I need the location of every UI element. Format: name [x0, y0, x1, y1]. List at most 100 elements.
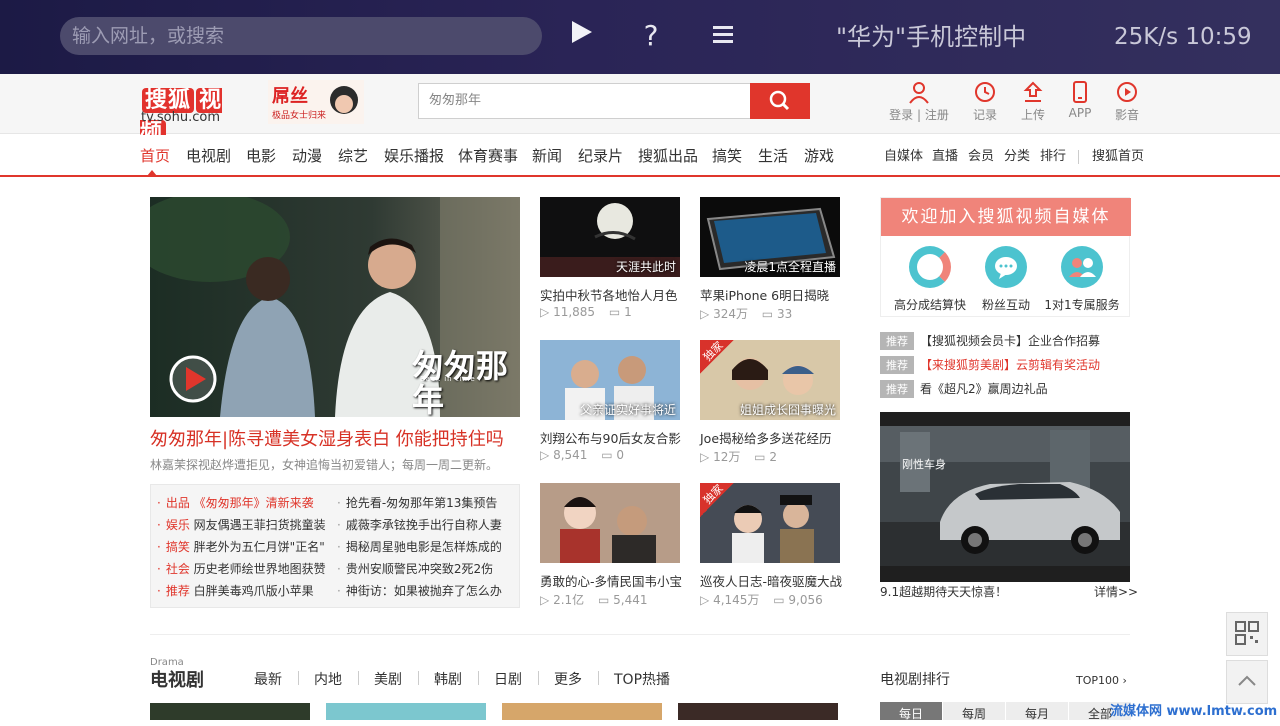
recommend-text: 【来搜狐剪美剧】云剪辑有奖活动 — [920, 358, 1101, 372]
hero-video[interactable]: 匆匆那年 Back in time — [150, 197, 520, 417]
news-item[interactable]: · 揭秘周星驰电影是怎样炼成的 — [337, 539, 502, 555]
user-icon — [909, 82, 929, 104]
video-thumb[interactable]: 凌晨1点全程直播 — [700, 197, 840, 277]
nav-right-rank[interactable]: 排行 — [1040, 148, 1066, 166]
news-item[interactable]: · 神街访：如果被抛弃了怎么办 — [337, 583, 502, 599]
drama-tab-korea[interactable]: 韩剧 — [434, 669, 462, 689]
watermark: 流媒体网 www.lmtw.com — [1110, 704, 1278, 719]
nav-item-home[interactable]: 首页 — [140, 146, 170, 166]
comment-count: 5,441 — [613, 593, 648, 607]
video-title[interactable]: 勇敢的心-多情民国韦小宝 — [540, 571, 690, 590]
news-tag: 推荐 — [165, 584, 190, 598]
video-thumb[interactable]: 父亲证实好事将近 — [540, 340, 680, 420]
news-item[interactable]: · 社会 历史老师绘世界地图获赞 — [157, 561, 326, 577]
news-item[interactable]: · 抢先看-匆匆那年第13集预告 — [337, 495, 497, 511]
nav-item-original[interactable]: 搜狐出品 — [638, 146, 698, 166]
ad-more-link[interactable]: 详情>> — [1094, 583, 1138, 600]
nav-right-media[interactable]: 自媒体 — [884, 148, 923, 166]
drama-thumb[interactable] — [150, 703, 310, 720]
pie-icon — [909, 246, 951, 288]
app-label: APP — [1068, 106, 1092, 120]
url-input[interactable]: 输入网址，或搜索 — [60, 17, 542, 55]
nav-right-category[interactable]: 分类 — [1004, 148, 1030, 166]
login-register[interactable]: 登录 | 注册 — [886, 80, 952, 123]
tab-separator — [418, 671, 419, 685]
drama-tab-more[interactable]: 更多 — [554, 669, 582, 689]
news-item[interactable]: · 戚薇李承铉挽手出行自称人妻 — [337, 517, 502, 533]
news-item[interactable]: · 出品 《匆匆那年》清新来袭 — [157, 495, 314, 511]
rank-tab-daily[interactable]: 每日 — [880, 702, 943, 721]
play-icon[interactable] — [562, 18, 602, 54]
nav-item-movie[interactable]: 电影 — [246, 146, 276, 166]
nav-item-sports[interactable]: 体育赛事 — [458, 146, 518, 166]
recommend-item[interactable]: 推荐 【搜狐视频会员卡】企业合作招募 — [880, 332, 1100, 350]
history-button[interactable]: 记录 — [960, 80, 1010, 123]
video-title[interactable]: 刘翔公布与90后女友合影 — [540, 428, 690, 447]
nav-item-anime[interactable]: 动漫 — [292, 146, 322, 166]
nav-right-live[interactable]: 直播 — [932, 148, 958, 166]
hero-overlay-title: 匆匆那年 — [412, 347, 509, 417]
video-title[interactable]: Joe揭秘给多多送花经历 — [700, 428, 850, 447]
video-title[interactable]: 实拍中秋节各地怡人月色 — [540, 285, 690, 304]
news-text: 历史老师绘世界地图获赞 — [193, 562, 326, 576]
drama-tab-us[interactable]: 美剧 — [374, 669, 402, 689]
drama-thumb[interactable] — [678, 703, 838, 720]
recommend-text: 【搜狐视频会员卡】企业合作招募 — [920, 334, 1101, 348]
drama-tab-mainland[interactable]: 内地 — [314, 669, 342, 689]
rank-tab-weekly[interactable]: 每周 — [943, 702, 1006, 721]
news-item[interactable]: · 搞笑 胖老外为五仁月饼"正名" — [157, 539, 325, 555]
news-item[interactable]: · 贵州安顺警民冲突致2死2伤 — [337, 561, 493, 577]
video-caption: 天涯共此时 — [615, 260, 676, 274]
drama-tab-japan[interactable]: 日剧 — [494, 669, 522, 689]
drama-thumb[interactable] — [502, 703, 662, 720]
promo-banner[interactable]: 屌丝 极品女士归来 — [268, 80, 364, 124]
nav-right-vip[interactable]: 会员 — [968, 148, 994, 166]
player-button[interactable]: 影音 — [1102, 80, 1152, 123]
feature-service[interactable]: 1对1专属服务 — [1037, 246, 1127, 313]
drama-thumb[interactable] — [326, 703, 486, 720]
nav-item-news[interactable]: 新闻 — [532, 146, 562, 166]
player-label: 影音 — [1114, 108, 1139, 122]
control-status: "华为"手机控制中 — [836, 23, 1027, 51]
news-item[interactable]: · 推荐 白胖美毒鸡爪版小苹果 — [157, 583, 314, 599]
video-thumb[interactable]: 天涯共此时 — [540, 197, 680, 277]
video-thumb[interactable] — [540, 483, 680, 563]
drama-tab-top[interactable]: TOP热播 — [614, 669, 670, 689]
top100-link[interactable]: TOP100 › — [1076, 674, 1127, 687]
recommend-badge: 推荐 — [880, 380, 914, 398]
drama-tab-latest[interactable]: 最新 — [254, 669, 282, 689]
rank-tab-monthly[interactable]: 每月 — [1006, 702, 1069, 721]
sohu-logo[interactable]: 搜狐 视频 tv.sohu.com — [140, 82, 245, 145]
self-media-panel[interactable]: 欢迎加入搜狐视频自媒体 高分成结算快 粉丝互动 1对1专属服务 — [880, 197, 1131, 317]
tab-separator — [358, 671, 359, 685]
video-title[interactable]: 苹果iPhone 6明日揭晓 — [700, 285, 850, 304]
search-input[interactable]: 匆匆那年 — [418, 83, 751, 119]
nav-item-funny[interactable]: 搞笑 — [712, 146, 742, 166]
video-thumb[interactable]: 独家 — [700, 483, 840, 563]
news-item[interactable]: · 娱乐 网友偶遇王菲扫货挑童装 — [157, 517, 326, 533]
nav-item-tv[interactable]: 电视剧 — [186, 146, 231, 166]
car-ad[interactable]: 刚性车身 — [880, 412, 1130, 582]
section-divider — [150, 634, 1130, 635]
help-icon[interactable]: ? — [631, 18, 671, 54]
recommend-item[interactable]: 推荐 看《超凡2》赢周边礼品 — [880, 380, 1048, 398]
menu-icon[interactable] — [703, 18, 743, 54]
nav-right-sohu[interactable]: 搜狐首页 — [1092, 148, 1144, 166]
login-label: 登录 | 注册 — [889, 108, 949, 122]
video-title[interactable]: 巡夜人日志-暗夜驱魔大战 — [700, 571, 850, 590]
ad-caption[interactable]: 9.1超越期待天天惊喜！ — [880, 583, 1007, 600]
qr-code-button[interactable] — [1226, 612, 1268, 656]
back-to-top-button[interactable] — [1226, 660, 1268, 704]
app-button[interactable]: APP — [1055, 80, 1105, 120]
hero-title[interactable]: 匆匆那年|陈寻遭美女湿身表白 你能把持住吗 — [150, 425, 550, 451]
section-title[interactable]: 电视剧 — [150, 666, 204, 692]
video-thumb[interactable]: 独家 姐姐成长囧事曝光 — [700, 340, 840, 420]
nav-item-ent[interactable]: 娱乐播报 — [384, 146, 444, 166]
nav-item-doc[interactable]: 纪录片 — [578, 146, 623, 166]
upload-button[interactable]: 上传 — [1008, 80, 1058, 123]
nav-item-variety[interactable]: 综艺 — [338, 146, 368, 166]
recommend-item[interactable]: 推荐 【来搜狐剪美剧】云剪辑有奖活动 — [880, 356, 1100, 374]
nav-item-life[interactable]: 生活 — [758, 146, 788, 166]
nav-item-game[interactable]: 游戏 — [804, 146, 834, 166]
search-button[interactable] — [750, 83, 810, 119]
